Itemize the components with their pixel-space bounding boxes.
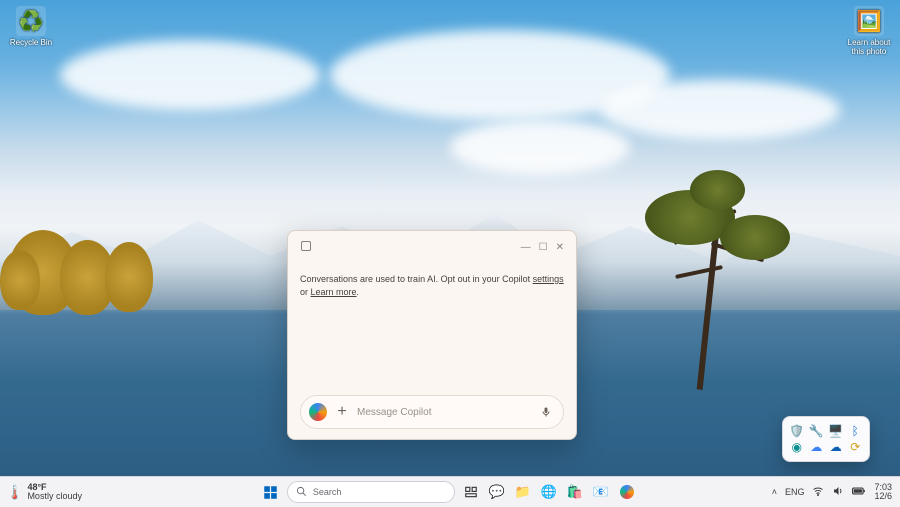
tray-shield-icon[interactable]: 🛡️ — [789, 423, 805, 439]
clock-date: 12/6 — [874, 492, 892, 501]
task-view-button[interactable] — [461, 482, 481, 502]
start-button[interactable] — [261, 482, 281, 502]
copilot-input[interactable]: Message Copilot — [357, 407, 531, 418]
system-tray[interactable]: ˄ ENG 7:03 12/6 — [772, 483, 900, 502]
recycle-bin-glyph: ♻️ — [16, 6, 46, 36]
tray-monitor-icon[interactable]: 🖥️ — [828, 423, 844, 439]
edge-button[interactable]: 🌐 — [539, 482, 559, 502]
minimize-button[interactable]: — — [521, 242, 531, 253]
copilot-settings-link[interactable]: settings — [533, 274, 564, 284]
wallpaper-cloud — [600, 80, 840, 140]
wallpaper-cloud — [450, 120, 630, 175]
tray-cloud-icon[interactable]: ☁ — [808, 439, 824, 455]
store-button[interactable]: 🛍️ — [565, 482, 585, 502]
tray-update-icon[interactable]: ⟳ — [847, 439, 863, 455]
recycle-bin-label: Recycle Bin — [6, 38, 56, 47]
weather-icon: 🌡️ — [6, 484, 23, 501]
copilot-add-button[interactable]: + — [333, 403, 351, 421]
search-icon — [296, 486, 307, 499]
copilot-notice-text: Conversations are used to train AI. Opt … — [300, 274, 533, 284]
copilot-notice-suffix: . — [357, 287, 360, 297]
tray-onedrive-icon[interactable]: ☁ — [828, 439, 844, 455]
taskbar-search[interactable]: Search — [287, 481, 455, 503]
weather-widget[interactable]: 🌡️ 48°F Mostly cloudy — [0, 483, 126, 502]
taskbar-center: Search 💬 📁 🌐 🛍️ 📧 — [126, 481, 772, 503]
close-button[interactable]: ✕ — [556, 242, 564, 253]
tray-bluetooth-icon[interactable]: ᛒ — [847, 423, 863, 439]
copilot-titlebar-icon — [300, 240, 312, 254]
battery-icon[interactable] — [852, 486, 866, 498]
copilot-input-bar[interactable]: + Message Copilot — [300, 395, 564, 429]
tray-tool-icon[interactable]: 🔧 — [808, 423, 824, 439]
mail-button[interactable]: 📧 — [591, 482, 611, 502]
copilot-learn-more-link[interactable]: Learn more — [311, 287, 357, 297]
spotlight-photo-icon[interactable]: 🖼️ Learn about this photo — [844, 6, 894, 56]
spotlight-label: Learn about this photo — [844, 38, 894, 56]
clock[interactable]: 7:03 12/6 — [874, 483, 892, 502]
copilot-window[interactable]: — ☐ ✕ Conversations are used to train AI… — [287, 230, 577, 440]
desktop-wallpaper[interactable]: ♻️ Recycle Bin 🖼️ Learn about this photo… — [0, 0, 900, 507]
tray-chevron-icon[interactable]: ˄ — [772, 487, 777, 497]
wallpaper-tree-right — [610, 170, 820, 390]
taskbar[interactable]: 🌡️ 48°F Mostly cloudy Search 💬 📁 🌐 — [0, 476, 900, 507]
copilot-body: Conversations are used to train AI. Opt … — [300, 255, 564, 395]
chat-button[interactable]: 💬 — [487, 482, 507, 502]
tray-edge-icon[interactable]: ◉ — [789, 439, 805, 455]
wallpaper-trees-left — [0, 210, 160, 330]
weather-desc: Mostly cloudy — [27, 492, 82, 501]
copilot-titlebar[interactable]: — ☐ ✕ — [300, 239, 564, 255]
recycle-bin-icon[interactable]: ♻️ Recycle Bin — [6, 6, 56, 47]
wifi-icon[interactable] — [812, 485, 824, 499]
maximize-button[interactable]: ☐ — [539, 242, 548, 253]
search-placeholder: Search — [313, 487, 342, 497]
spotlight-glyph: 🖼️ — [854, 6, 884, 36]
copilot-logo-icon[interactable] — [309, 403, 327, 421]
tray-overflow-popup[interactable]: 🛡️ 🔧 🖥️ ᛒ ◉ ☁ ☁ ⟳ — [782, 416, 870, 462]
volume-icon[interactable] — [832, 485, 844, 499]
language-indicator[interactable]: ENG — [785, 487, 805, 497]
copilot-notice-mid: or — [300, 287, 311, 297]
wallpaper-cloud — [60, 40, 320, 110]
file-explorer-button[interactable]: 📁 — [513, 482, 533, 502]
microphone-icon[interactable] — [537, 403, 555, 421]
copilot-taskbar-button[interactable] — [617, 482, 637, 502]
